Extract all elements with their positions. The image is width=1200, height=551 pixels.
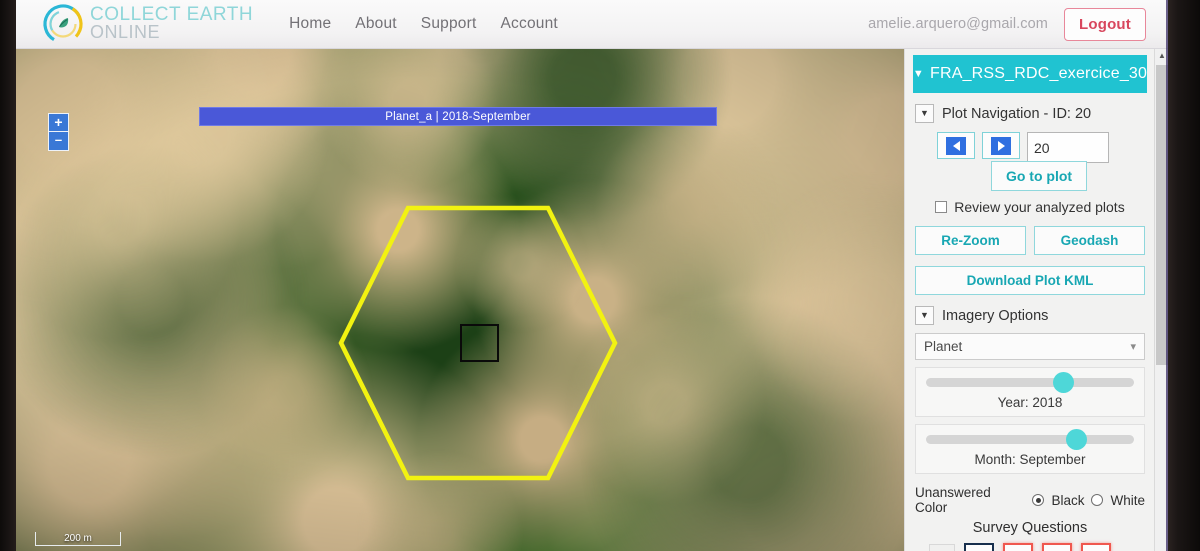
unanswered-color-row: Unanswered Color Black White xyxy=(915,485,1145,515)
map-zoom-controls: + – xyxy=(48,113,69,151)
next-plot-icon xyxy=(991,136,1011,155)
review-plots-row: Review your analyzed plots xyxy=(915,199,1145,215)
review-plots-label: Review your analyzed plots xyxy=(954,199,1125,215)
survey-question-button-4[interactable]: 4 xyxy=(1081,543,1111,551)
nav-item-about[interactable]: About xyxy=(355,15,397,33)
month-slider-card: Month: September xyxy=(915,424,1145,474)
user-area: amelie.arquero@gmail.com Logout xyxy=(868,7,1146,41)
month-slider-track[interactable] xyxy=(926,429,1134,450)
year-slider-card: Year: 2018 xyxy=(915,367,1145,417)
logout-button[interactable]: Logout xyxy=(1063,7,1146,41)
survey-question-pager: < 1 2 3 4 xyxy=(915,543,1145,551)
plot-navigation-controls xyxy=(915,132,1145,163)
top-navbar: COLLECT EARTH ONLINE Home About Support … xyxy=(16,0,1168,49)
monitor-bezel-right xyxy=(1168,0,1200,551)
survey-question-button-2[interactable]: 2 xyxy=(1003,543,1033,551)
re-zoom-button[interactable]: Re-Zoom xyxy=(915,226,1026,255)
unanswered-white-label: White xyxy=(1110,492,1145,508)
survey-question-button-1[interactable]: 1 xyxy=(964,543,994,551)
project-collapse-caret-icon[interactable]: ▼ xyxy=(913,68,924,80)
chevron-down-icon: ▾ xyxy=(1130,341,1136,353)
monitor-bezel-left xyxy=(0,0,16,551)
imagery-options-header: ▼ Imagery Options xyxy=(915,306,1145,325)
monitor-photo: COLLECT EARTH ONLINE Home About Support … xyxy=(0,0,1200,551)
unanswered-color-label: Unanswered Color xyxy=(915,485,991,515)
collect-earth-logo-icon xyxy=(40,1,86,47)
main-navigation: Home About Support Account xyxy=(289,15,558,33)
monitor-edge-line xyxy=(1166,0,1168,551)
year-slider-label: Year: 2018 xyxy=(997,395,1063,410)
plot-id-input[interactable] xyxy=(1027,132,1109,163)
browser-page: COLLECT EARTH ONLINE Home About Support … xyxy=(16,0,1168,551)
project-title-label: FRA_RSS_RDC_exercice_30 xyxy=(929,65,1148,82)
survey-questions-title: Survey Questions xyxy=(972,520,1088,536)
zoom-in-button[interactable]: + xyxy=(48,113,69,132)
download-plot-kml-button[interactable]: Download Plot KML xyxy=(915,266,1145,295)
nav-item-account[interactable]: Account xyxy=(501,15,558,33)
next-plot-button[interactable] xyxy=(982,132,1020,159)
plot-navigation-label: Plot Navigation - ID: 20 xyxy=(942,105,1092,122)
month-slider-label: Month: September xyxy=(974,452,1086,467)
imagery-source-select[interactable]: Planet ▾ xyxy=(915,333,1145,360)
previous-plot-icon xyxy=(946,136,966,155)
year-slider-track[interactable] xyxy=(926,372,1134,393)
survey-question-button-3[interactable]: 3 xyxy=(1042,543,1072,551)
imagery-options-caret-icon[interactable]: ▼ xyxy=(915,306,934,325)
map-viewport[interactable]: Planet_a | 2018-September + – 200 m xyxy=(16,49,904,551)
previous-plot-button[interactable] xyxy=(937,132,975,159)
brand[interactable]: COLLECT EARTH ONLINE xyxy=(40,1,253,47)
nav-item-home[interactable]: Home xyxy=(289,15,331,33)
imagery-label-banner: Planet_a | 2018-September xyxy=(199,107,717,126)
geodash-button[interactable]: Geodash xyxy=(1034,226,1145,255)
plot-actions-row: Re-Zoom Geodash xyxy=(915,226,1145,255)
imagery-options-label: Imagery Options xyxy=(942,307,1049,324)
imagery-source-value: Planet xyxy=(924,339,963,354)
unanswered-black-label: Black xyxy=(1051,492,1085,508)
user-email: amelie.arquero@gmail.com xyxy=(868,16,1048,32)
month-slider-thumb[interactable] xyxy=(1065,429,1087,450)
review-plots-checkbox[interactable] xyxy=(935,201,948,213)
project-title-bar[interactable]: ▼ FRA_RSS_RDC_exercice_30 xyxy=(913,55,1147,93)
brand-line-2: ONLINE xyxy=(90,22,161,43)
zoom-out-button[interactable]: – xyxy=(48,132,69,151)
year-slider-thumb[interactable] xyxy=(1053,372,1075,393)
nav-item-support[interactable]: Support xyxy=(421,15,477,33)
unanswered-white-radio[interactable] xyxy=(1091,494,1104,506)
map-scale-bar: 200 m xyxy=(35,532,121,546)
sample-point-square[interactable] xyxy=(460,324,499,362)
unanswered-black-radio[interactable] xyxy=(1032,494,1045,506)
go-to-plot-button[interactable]: Go to plot xyxy=(990,161,1088,191)
plot-navigation-caret-icon[interactable]: ▼ xyxy=(915,104,934,123)
survey-prev-button[interactable]: < xyxy=(929,543,955,551)
plot-navigation-header: ▼ Plot Navigation - ID: 20 xyxy=(915,104,1145,123)
sidebar-panel: ▼ FRA_RSS_RDC_exercice_30 ▼ Plot Navigat… xyxy=(904,49,1168,551)
